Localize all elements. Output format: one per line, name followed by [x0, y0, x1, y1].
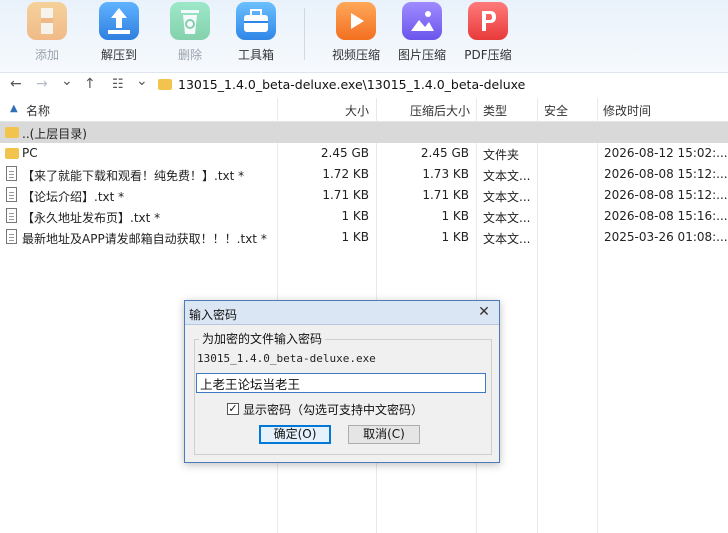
row-packed-size: 2.45 GB [420, 146, 469, 160]
pdf-compress-label: PDF压缩 [464, 48, 512, 62]
row-type: 文件夹 [483, 148, 520, 162]
archive-filename: 13015_1.4.0_beta-deluxe.exe [197, 352, 376, 365]
text-file-icon [6, 229, 17, 244]
recycle-delete-icon [170, 2, 210, 40]
table-row[interactable]: 【来了就能下载和观看！纯免费！】.txt * 1.72 KB 1.73 KB 文… [0, 164, 728, 185]
row-packed-size: 1 KB [441, 209, 469, 223]
cancel-button[interactable]: 取消(C) [348, 425, 420, 444]
dialog-titlebar: 输入密码 ✕ [185, 301, 499, 325]
row-type: 文本文... [483, 211, 531, 225]
add-archive-icon [27, 2, 67, 40]
folder-icon [5, 148, 19, 159]
row-name: 【来了就能下载和观看！纯免费！】.txt * [22, 169, 245, 183]
image-compress-button[interactable]: 图片压缩 [389, 0, 455, 70]
row-name: PC [22, 146, 38, 160]
view-mode-icon[interactable]: ☷ [112, 77, 124, 92]
add-button[interactable]: 添加 [14, 0, 80, 70]
column-modified[interactable]: 修改时间 [603, 102, 651, 119]
toolbox-icon [236, 2, 276, 40]
column-size[interactable]: 大小 [345, 102, 369, 119]
video-compress-icon [336, 2, 376, 40]
history-dropdown-icon[interactable]: ⌄ [61, 73, 73, 89]
show-password-label[interactable]: 显示密码（勾选可支持中文密码） [243, 401, 423, 418]
extract-to-label: 解压到 [100, 48, 137, 62]
toolbox-label: 工具箱 [237, 48, 274, 62]
extract-to-icon [99, 2, 139, 40]
row-packed-size: 1.71 KB [422, 188, 469, 202]
row-modified: 2025-03-26 01:08:... [604, 230, 728, 244]
row-modified: 2026-08-08 15:16:... [604, 209, 728, 223]
dialog-title: 输入密码 [189, 308, 238, 322]
up-icon[interactable]: ↑ [84, 76, 96, 92]
address-bar: ← → ⌄ ↑ ☷ ⌄ 13015_1.4.0_beta-deluxe.exe\… [0, 72, 728, 99]
row-size: 2.45 GB [320, 146, 369, 160]
text-file-icon [6, 166, 17, 181]
image-compress-label: 图片压缩 [397, 48, 446, 62]
file-list-header: ▲ 名称 大小 压缩后大小 类型 安全 修改时间 [0, 98, 728, 122]
show-password-checkbox[interactable]: ✓ [227, 403, 239, 415]
row-name: ..(上层目录) [22, 127, 87, 141]
extract-to-button[interactable]: 解压到 [86, 0, 152, 70]
row-type: 文本文... [483, 232, 531, 246]
row-packed-size: 1.73 KB [422, 167, 469, 181]
password-dialog: 输入密码 ✕ 为加密的文件输入密码 13015_1.4.0_beta-delux… [184, 300, 500, 463]
column-type[interactable]: 类型 [483, 102, 507, 119]
sort-ascending-icon: ▲ [10, 103, 18, 114]
column-security[interactable]: 安全 [544, 102, 568, 119]
row-modified: 2026-08-12 15:02:... [604, 146, 728, 160]
row-size: 1 KB [341, 209, 369, 223]
table-row[interactable]: 【永久地址发布页】.txt * 1 KB 1 KB 文本文... 2026-08… [0, 206, 728, 227]
ok-button[interactable]: 确定(O) [259, 425, 331, 444]
row-packed-size: 1 KB [441, 230, 469, 244]
toolbar: 添加 解压到 删除 工具箱 视频压缩 图片压缩 PDF压缩 [0, 0, 728, 72]
row-size: 1.71 KB [322, 188, 369, 202]
column-packed-size[interactable]: 压缩后大小 [410, 102, 470, 119]
pdf-compress-icon [468, 2, 508, 40]
forward-icon[interactable]: → [36, 76, 48, 92]
delete-label: 删除 [177, 48, 202, 62]
folder-icon [158, 79, 172, 90]
delete-button[interactable]: 删除 [157, 0, 223, 70]
toolbar-separator [304, 8, 305, 60]
row-modified: 2026-08-08 15:12:... [604, 188, 728, 202]
image-compress-icon [402, 2, 442, 40]
close-icon[interactable]: ✕ [475, 303, 493, 321]
video-compress-button[interactable]: 视频压缩 [323, 0, 389, 70]
text-file-icon [6, 208, 17, 223]
back-icon[interactable]: ← [10, 76, 22, 92]
video-compress-label: 视频压缩 [331, 48, 380, 62]
column-name[interactable]: 名称 [26, 102, 50, 119]
row-size: 1 KB [341, 230, 369, 244]
row-type: 文本文... [483, 169, 531, 183]
groupbox-label: 为加密的文件输入密码 [199, 330, 326, 347]
row-name: 【永久地址发布页】.txt * [22, 211, 161, 225]
table-row-parent[interactable]: ..(上层目录) [0, 122, 728, 143]
row-modified: 2026-08-08 15:12:... [604, 167, 728, 181]
table-row[interactable]: PC 2.45 GB 2.45 GB 文件夹 2026-08-12 15:02:… [0, 143, 728, 164]
add-label: 添加 [34, 48, 59, 62]
password-input[interactable] [196, 373, 486, 393]
toolbox-button[interactable]: 工具箱 [223, 0, 289, 70]
address-path[interactable]: 13015_1.4.0_beta-deluxe.exe\13015_1.4.0_… [178, 77, 525, 92]
table-row[interactable]: 【论坛介绍】.txt * 1.71 KB 1.71 KB 文本文... 2026… [0, 185, 728, 206]
text-file-icon [6, 187, 17, 202]
view-dropdown-icon[interactable]: ⌄ [136, 73, 148, 89]
row-name: 【论坛介绍】.txt * [22, 190, 125, 204]
row-type: 文本文... [483, 190, 531, 204]
pdf-compress-button[interactable]: PDF压缩 [455, 0, 521, 70]
row-size: 1.72 KB [322, 167, 369, 181]
row-name: 最新地址及APP请发邮箱自动获取！！！.txt * [22, 232, 267, 246]
table-row[interactable]: 最新地址及APP请发邮箱自动获取！！！.txt * 1 KB 1 KB 文本文.… [0, 227, 728, 248]
folder-icon [5, 127, 19, 138]
